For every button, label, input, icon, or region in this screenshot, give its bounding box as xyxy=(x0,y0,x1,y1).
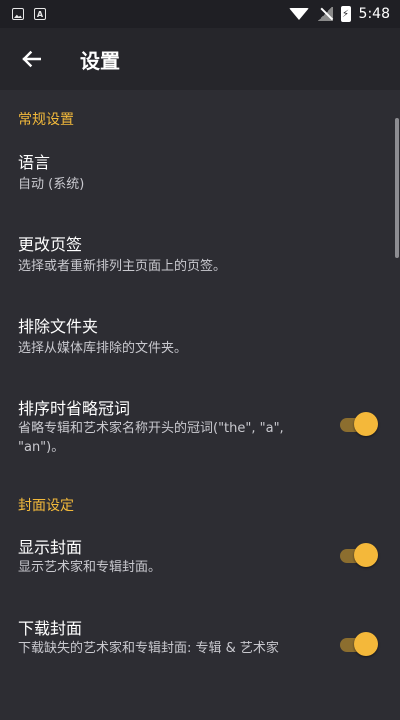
section-header-general: 常规设置 xyxy=(18,112,74,128)
setting-language[interactable]: 语言 自动 (系统) xyxy=(0,142,400,202)
scrollbar[interactable] xyxy=(395,118,399,258)
wifi-icon xyxy=(288,8,309,20)
setting-download-cover[interactable]: 下载封面 下载缺失的艺术家和专辑封面: 专辑 & 艺术家 xyxy=(0,608,400,688)
setting-title: 显示封面 xyxy=(18,538,83,557)
no-signal-icon xyxy=(316,7,333,21)
download-cover-switch[interactable] xyxy=(340,632,380,656)
arrow-back-icon xyxy=(22,50,41,68)
battery-charging-icon: ⚡ xyxy=(340,6,351,22)
ignore-articles-switch[interactable] xyxy=(340,412,380,436)
setting-title: 排序时省略冠词 xyxy=(18,399,131,418)
setting-exclude-folders[interactable]: 排除文件夹 选择从媒体库排除的文件夹。 xyxy=(0,306,400,366)
setting-subtitle: 下载缺失的艺术家和专辑封面: 专辑 & 艺术家 xyxy=(18,641,279,656)
section-header-cover: 封面设定 xyxy=(18,498,74,514)
setting-title: 语言 xyxy=(18,153,51,172)
toolbar: 设置 xyxy=(0,28,400,90)
setting-title: 更改页签 xyxy=(18,235,83,254)
setting-title: 排除文件夹 xyxy=(18,317,99,336)
setting-subtitle: 显示艺术家和专辑封面。 xyxy=(18,560,162,575)
setting-subtitle: 自动 (系统) xyxy=(18,177,85,192)
page-title: 设置 xyxy=(80,48,120,73)
back-button[interactable] xyxy=(0,28,62,90)
gallery-notification-icon xyxy=(12,8,24,20)
setting-ignore-articles[interactable]: 排序时省略冠词 省略专辑和艺术家名称开头的冠词("the", "a", "an"… xyxy=(0,388,400,468)
status-bar: A ⚡ 5:48 xyxy=(0,0,400,28)
status-time: 5:48 xyxy=(358,6,390,22)
setting-subtitle: 选择从媒体库排除的文件夹。 xyxy=(18,341,188,356)
switch-thumb xyxy=(354,412,378,436)
show-cover-switch[interactable] xyxy=(340,543,380,567)
switch-thumb xyxy=(354,632,378,656)
switch-thumb xyxy=(354,543,378,567)
setting-title: 下载封面 xyxy=(18,619,83,638)
setting-subtitle: 省略专辑和艺术家名称开头的冠词("the", "a", "an")。 xyxy=(18,421,284,455)
app-notification-icon: A xyxy=(34,8,46,20)
setting-show-cover[interactable]: 显示封面 显示艺术家和专辑封面。 xyxy=(0,527,400,587)
setting-subtitle: 选择或者重新排列主页面上的页签。 xyxy=(18,259,227,274)
setting-tabs[interactable]: 更改页签 选择或者重新排列主页面上的页签。 xyxy=(0,224,400,284)
